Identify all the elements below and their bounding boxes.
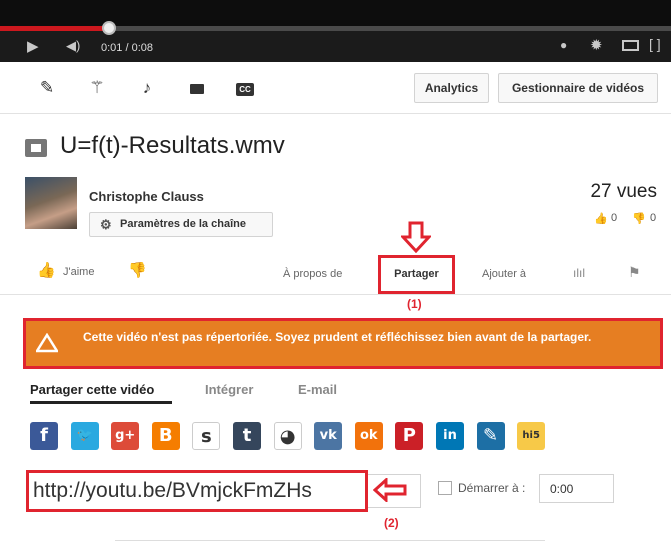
annotation-arrow-down-icon — [401, 221, 431, 253]
start-at-input[interactable]: 0:00 — [539, 474, 614, 503]
like-icon[interactable]: 👍 — [37, 261, 56, 279]
annotation-2: (2) — [384, 516, 399, 530]
pinterest-share-button[interactable]: P — [395, 422, 424, 450]
analytics-button[interactable]: Analytics — [414, 73, 489, 103]
odnoklassniki-icon: ok — [360, 428, 378, 443]
magic-wand-icon[interactable]: ⚚ — [86, 78, 108, 98]
hi5-icon: hi5 — [522, 430, 540, 441]
share-url-field[interactable]: http://youtu.be/BVmjckFmZHs — [26, 470, 368, 512]
active-tab-underline — [30, 401, 172, 404]
tab-add-to[interactable]: Ajouter à — [482, 268, 526, 280]
facebook-share-button[interactable]: f — [30, 422, 58, 450]
flag-icon[interactable]: ⚑ — [628, 264, 641, 281]
pencil-icon[interactable]: ✎ — [36, 78, 58, 98]
stats-icon[interactable]: ılıl — [573, 266, 585, 280]
captions-icon[interactable]: CC — [236, 83, 254, 96]
video-player[interactable]: ▶ ◀) 0:01 / 0:08 ● ✹ [ ] — [0, 0, 671, 62]
start-at-label: Démarrer à : — [458, 481, 526, 495]
channel-settings-label: Paramètres de la chaîne — [120, 218, 246, 230]
lock-icon — [25, 139, 47, 157]
channel-name[interactable]: Christophe Clauss — [89, 189, 204, 204]
thumbs-up-icon: 👍 — [594, 213, 608, 225]
reddit-icon: ◕ — [279, 426, 296, 447]
dislike-icon[interactable]: 👎 — [128, 261, 147, 279]
subtab-embed[interactable]: Intégrer — [205, 382, 253, 397]
volume-icon[interactable]: ◀) — [66, 38, 80, 54]
twitter-share-button[interactable]: 🐦 — [70, 422, 99, 450]
video-manager-button[interactable]: Gestionnaire de vidéos — [498, 73, 658, 103]
thumbs-down-icon: 👎 — [632, 213, 646, 225]
google-plus-icon: g+ — [115, 428, 136, 443]
fullscreen-icon[interactable]: [ ] — [649, 36, 661, 52]
vk-icon: vk — [319, 428, 337, 443]
unlisted-warning: Cette vidéo n'est pas répertoriée. Soyez… — [23, 318, 663, 369]
warning-text: Cette vidéo n'est pas répertoriée. Soyez… — [83, 330, 592, 344]
avatar[interactable] — [25, 177, 77, 229]
channel-separator: · — [195, 189, 200, 204]
annotation-1: (1) — [407, 297, 422, 311]
twitter-icon: 🐦 — [76, 428, 93, 443]
annotations-icon[interactable]: ● — [560, 38, 567, 52]
facebook-icon: f — [40, 425, 48, 446]
divider — [115, 540, 545, 541]
like-button[interactable]: J'aime — [63, 266, 94, 278]
view-count: 27 vues — [590, 181, 657, 202]
tab-share-label: Partager — [394, 268, 439, 280]
channel-settings-button[interactable]: ⚙ Paramètres de la chaîne — [89, 212, 273, 237]
tab-share[interactable]: Partager — [378, 255, 455, 294]
divider — [0, 294, 671, 295]
start-at-checkbox[interactable] — [438, 481, 452, 495]
theater-icon[interactable] — [622, 40, 639, 51]
dislike-count: 0 — [650, 212, 657, 224]
warning-icon — [36, 333, 58, 353]
subtab-share[interactable]: Partager cette vidéo — [30, 382, 154, 397]
subtab-email[interactable]: E-mail — [298, 382, 337, 397]
gear-icon: ⚙ — [100, 217, 112, 232]
stumbleupon-share-button[interactable]: s — [192, 422, 221, 450]
blogger-icon: B — [158, 425, 173, 446]
livejournal-icon: ✎ — [483, 425, 499, 446]
blogger-share-button[interactable]: B — [151, 422, 180, 450]
time-display: 0:01 / 0:08 — [101, 42, 153, 54]
video-frame[interactable] — [0, 0, 671, 26]
hi5-share-button[interactable]: hi5 — [517, 422, 546, 450]
settings-icon[interactable]: ✹ — [590, 36, 603, 54]
stumbleupon-icon: s — [201, 426, 212, 447]
play-icon[interactable]: ▶ — [27, 37, 39, 55]
linkedin-icon: in — [443, 428, 457, 443]
livejournal-share-button[interactable]: ✎ — [476, 422, 505, 450]
music-note-icon[interactable]: ♪ — [136, 78, 158, 98]
odnoklassniki-share-button[interactable]: ok — [354, 422, 383, 450]
pinterest-icon: P — [402, 425, 416, 446]
like-count: 0 — [611, 212, 618, 224]
tumblr-share-button[interactable]: t — [233, 422, 261, 450]
progress-fill — [0, 26, 106, 31]
reddit-share-button[interactable]: ◕ — [273, 422, 302, 450]
annotation-arrow-left-icon — [373, 478, 407, 502]
video-title: U=f(t)-Resultats.wmv — [60, 132, 285, 159]
linkedin-share-button[interactable]: in — [436, 422, 464, 450]
tumblr-icon: t — [242, 425, 252, 446]
google-plus-share-button[interactable]: g+ — [111, 422, 140, 450]
vk-share-button[interactable]: vk — [314, 422, 343, 450]
scrubber-handle[interactable] — [101, 21, 116, 35]
comment-icon[interactable] — [190, 84, 204, 94]
share-url-text: http://youtu.be/BVmjckFmZHs — [33, 479, 312, 502]
tab-about[interactable]: À propos de — [283, 268, 342, 280]
